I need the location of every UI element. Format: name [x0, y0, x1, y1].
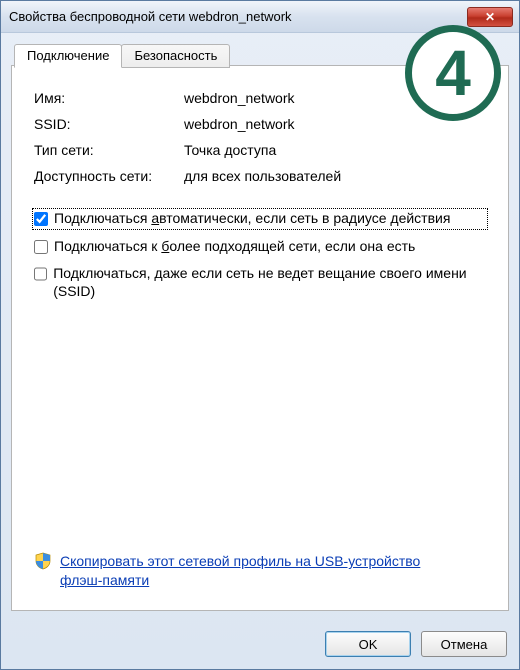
label-network-type: Тип сети: — [34, 142, 184, 158]
connect-hidden-label[interactable]: Подключаться, даже если сеть не ведет ве… — [53, 265, 486, 300]
window-title: Свойства беспроводной сети webdron_netwo… — [7, 9, 467, 24]
tab-connection[interactable]: Подключение — [14, 44, 122, 68]
cancel-button[interactable]: Отмена — [421, 631, 507, 657]
label-ssid: SSID: — [34, 116, 184, 132]
connect-better-label[interactable]: Подключаться к более подходящей сети, ес… — [54, 238, 415, 256]
copy-profile-link[interactable]: Скопировать этот сетевой профиль на USB-… — [60, 552, 440, 590]
tab-security[interactable]: Безопасность — [121, 44, 230, 68]
copy-profile-row: Скопировать этот сетевой профиль на USB-… — [34, 552, 486, 590]
connect-hidden-checkbox[interactable] — [34, 267, 47, 281]
close-icon: ✕ — [485, 10, 495, 24]
spacer — [34, 300, 486, 546]
connection-options: Подключаться автоматически, если сеть в … — [34, 210, 486, 300]
value-availability: для всех пользователей — [184, 168, 486, 184]
connect-hidden-row: Подключаться, даже если сеть не ведет ве… — [34, 265, 486, 300]
dialog-body: Подключение Безопасность Имя: webdron_ne… — [1, 33, 519, 621]
close-button[interactable]: ✕ — [467, 7, 513, 27]
tab-panel: Подключение Безопасность Имя: webdron_ne… — [11, 65, 509, 611]
connect-automatically-checkbox[interactable] — [34, 212, 48, 226]
shield-icon — [34, 552, 52, 570]
value-network-type: Точка доступа — [184, 142, 486, 158]
connect-better-checkbox[interactable] — [34, 240, 48, 254]
label-name: Имя: — [34, 90, 184, 106]
step-number: 4 — [435, 36, 471, 110]
label-availability: Доступность сети: — [34, 168, 184, 184]
ok-button[interactable]: OK — [325, 631, 411, 657]
dialog-window: Свойства беспроводной сети webdron_netwo… — [0, 0, 520, 670]
dialog-buttons: OK Отмена — [1, 621, 519, 669]
connect-better-row: Подключаться к более подходящей сети, ес… — [34, 238, 486, 256]
connect-automatically-label[interactable]: Подключаться автоматически, если сеть в … — [54, 210, 450, 228]
tab-content-connection: Имя: webdron_network SSID: webdron_netwo… — [12, 66, 508, 610]
connect-automatically-row: Подключаться автоматически, если сеть в … — [32, 208, 488, 230]
step-badge: 4 — [405, 25, 501, 121]
tab-strip: Подключение Безопасность — [14, 44, 229, 68]
